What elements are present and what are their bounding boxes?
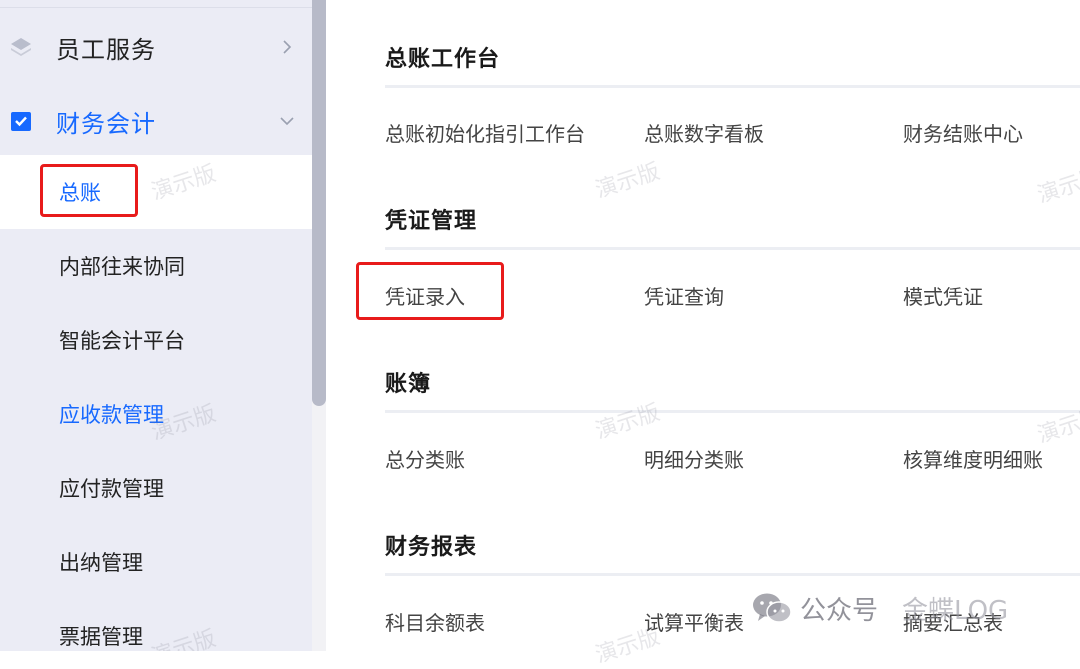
menu-item-trial-balance[interactable]: 试算平衡表 — [644, 607, 744, 636]
sidebar: 员工服务 财务会计 总账 内部往来协同 智能会计平台 应收款管理 应付款管理 出… — [0, 0, 312, 651]
layers-icon — [11, 38, 31, 56]
credit-watermark: 公众号 金蝶LOG — [752, 588, 1008, 628]
watermark: 演示版 — [1034, 164, 1080, 209]
sidebar-scrollbar-thumb[interactable] — [312, 0, 326, 406]
menu-item-account-balance[interactable]: 科目余额表 — [385, 607, 485, 636]
sidebar-item-label: 内部往来协同 — [59, 255, 185, 279]
menu-item-voucher-entry[interactable]: 凭证录入 — [385, 281, 465, 310]
sidebar-item-smart-accounting[interactable]: 智能会计平台 — [0, 303, 312, 377]
watermark: 演示版 — [592, 400, 664, 445]
watermark: 演示版 — [1034, 404, 1080, 449]
sidebar-item-internal-collaboration[interactable]: 内部往来协同 — [0, 229, 312, 303]
sidebar-group-label: 财务会计 — [56, 109, 156, 138]
sidebar-item-label: 应收款管理 — [59, 403, 164, 427]
menu-item-voucher-query[interactable]: 凭证查询 — [644, 281, 724, 310]
divider — [385, 573, 1080, 576]
sidebar-item-general-ledger[interactable]: 总账 — [0, 155, 312, 229]
credit-name: 金蝶LOG — [902, 595, 1009, 626]
menu-item-pattern-voucher[interactable]: 模式凭证 — [903, 281, 983, 310]
menu-item-gl-setup-guide[interactable]: 总账初始化指引工作台 — [385, 118, 585, 147]
sidebar-item-label: 应付款管理 — [59, 477, 164, 501]
ledger-icon — [11, 112, 31, 131]
sidebar-item-label: 总账 — [59, 181, 101, 205]
section-title: 财务报表 — [385, 535, 478, 560]
sidebar-item-cashier[interactable]: 出纳管理 — [0, 525, 312, 599]
menu-item-general-ledger-book[interactable]: 总分类账 — [385, 444, 465, 473]
main-panel: 总账工作台 总账初始化指引工作台 总账数字看板 财务结账中心 凭证管理 凭证录入… — [326, 0, 1080, 668]
section-title: 凭证管理 — [385, 209, 478, 234]
menu-item-detail-ledger[interactable]: 明细分类账 — [644, 444, 744, 473]
menu-item-dimension-detail-ledger[interactable]: 核算维度明细账 — [903, 444, 1043, 473]
divider — [385, 85, 1080, 88]
menu-item-gl-dashboard[interactable]: 总账数字看板 — [644, 118, 764, 147]
section-title: 总账工作台 — [385, 47, 501, 72]
chevron-right-icon[interactable] — [278, 38, 296, 56]
chevron-down-icon[interactable] — [278, 112, 296, 130]
sidebar-item-payables[interactable]: 应付款管理 — [0, 451, 312, 525]
sidebar-group-financial-accounting[interactable]: 财务会计 — [0, 91, 312, 151]
sidebar-item-receivables[interactable]: 应收款管理 — [0, 377, 312, 451]
sidebar-item-bills[interactable]: 票据管理 — [0, 599, 312, 651]
menu-item-closing-center[interactable]: 财务结账中心 — [903, 118, 1023, 147]
divider — [385, 410, 1080, 413]
watermark: 演示版 — [592, 159, 664, 204]
wechat-icon — [753, 593, 792, 623]
sidebar-item-label: 票据管理 — [59, 625, 143, 649]
credit-label: 公众号 — [800, 595, 879, 626]
sidebar-group-label: 员工服务 — [56, 35, 156, 64]
divider — [0, 7, 312, 8]
section-title: 账簿 — [385, 372, 432, 397]
sidebar-group-employee-services[interactable]: 员工服务 — [0, 17, 312, 77]
sidebar-item-label: 智能会计平台 — [59, 329, 185, 353]
divider — [385, 247, 1080, 250]
sidebar-item-label: 出纳管理 — [59, 551, 143, 575]
